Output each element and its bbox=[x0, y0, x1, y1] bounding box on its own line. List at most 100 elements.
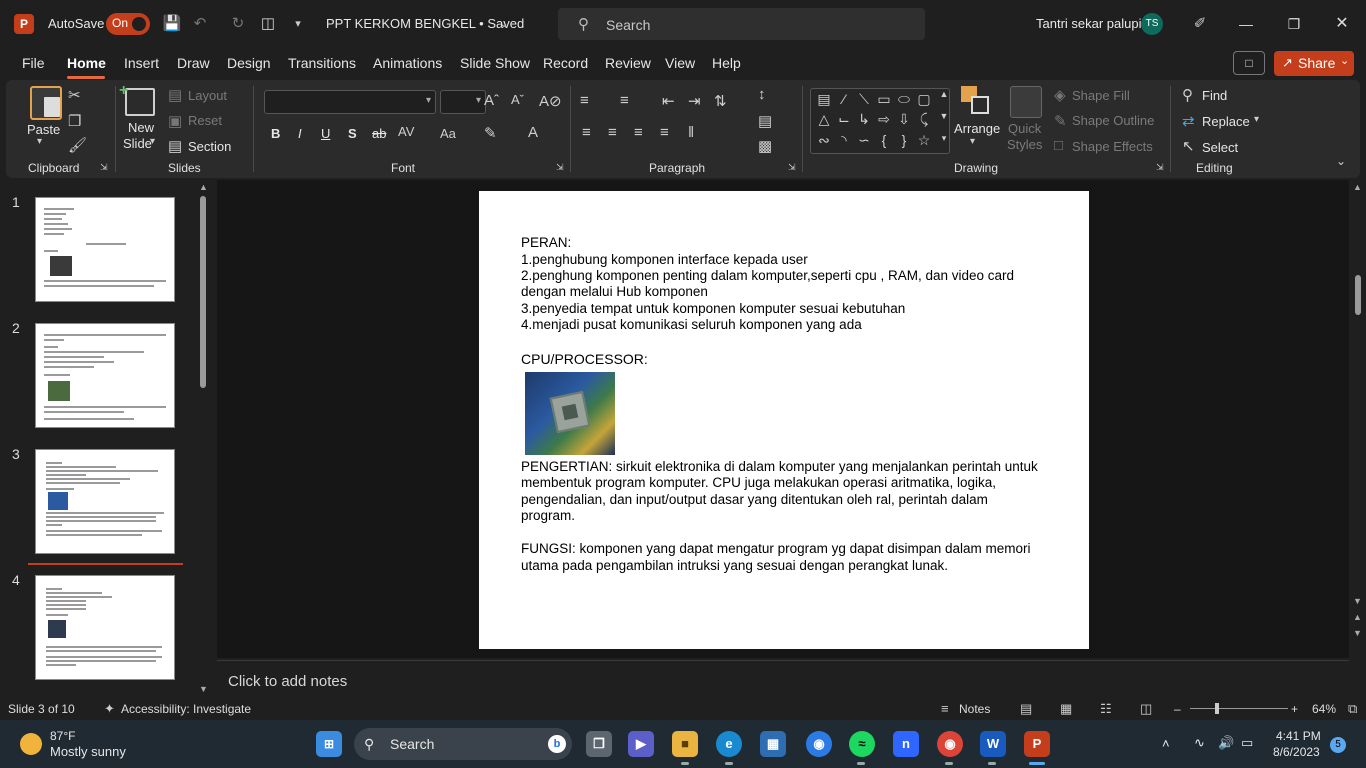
powerpoint-icon[interactable]: P bbox=[1024, 731, 1050, 757]
tab-help[interactable]: Help bbox=[712, 55, 741, 71]
fit-slide-icon[interactable]: ⧉ bbox=[1348, 701, 1357, 717]
chevron-down-icon[interactable]: ⌄ bbox=[1340, 54, 1349, 67]
show-hidden-icons-icon[interactable]: ˄ bbox=[1162, 736, 1170, 751]
save-icon[interactable]: 💾 bbox=[162, 14, 182, 34]
share-button[interactable]: ↗ Share ⌄ bbox=[1274, 51, 1354, 76]
chevron-down-icon[interactable]: ▾ bbox=[1254, 114, 1259, 125]
arc-shape-icon[interactable]: ◝ bbox=[835, 132, 853, 149]
customize-toolbar-icon[interactable]: ▾ bbox=[288, 14, 308, 34]
triangle-shape-icon[interactable]: △ bbox=[815, 111, 833, 128]
word-icon[interactable]: W bbox=[980, 731, 1006, 757]
columns-icon[interactable]: ‖ bbox=[688, 124, 694, 141]
connector-shape-icon[interactable]: ↳ bbox=[855, 111, 873, 128]
font-family-dropdown[interactable]: ▾ bbox=[264, 90, 436, 114]
text-direction-icon[interactable]: ↕ bbox=[758, 86, 766, 103]
wifi-icon[interactable]: ∿ bbox=[1194, 735, 1205, 751]
notes-button[interactable]: Notes bbox=[959, 702, 990, 716]
brace-shape-icon[interactable]: } bbox=[895, 132, 913, 148]
justify-icon[interactable]: ≡ bbox=[660, 124, 669, 141]
italic-button[interactable]: I bbox=[298, 126, 302, 141]
slide-thumbnail[interactable] bbox=[35, 323, 175, 428]
slide-text-line[interactable]: pengendalian, dan input/output dasar yan… bbox=[521, 492, 988, 509]
increase-font-icon[interactable]: Aˆ bbox=[484, 92, 499, 109]
reading-view-icon[interactable]: ☷ bbox=[1100, 701, 1112, 717]
tab-insert[interactable]: Insert bbox=[124, 55, 159, 71]
format-painter-icon[interactable]: 🖌 bbox=[68, 136, 87, 154]
slide-text-line[interactable]: PERAN: bbox=[521, 235, 571, 252]
more-shapes-icon[interactable]: ▾ bbox=[935, 133, 953, 144]
rounded-rectangle-shape-icon[interactable]: ▢ bbox=[915, 91, 933, 108]
new-slide-icon[interactable]: + bbox=[119, 82, 155, 116]
zoom-out-button[interactable]: – bbox=[1174, 702, 1181, 716]
line-shape-icon[interactable]: ⁄ bbox=[835, 91, 853, 107]
clock-date[interactable]: 8/6/2023 bbox=[1273, 745, 1320, 759]
text-shadow-button[interactable]: S bbox=[348, 126, 357, 141]
dialog-launcher-icon[interactable]: ⇲ bbox=[556, 162, 564, 173]
task-view-icon[interactable]: ❐ bbox=[586, 731, 612, 757]
align-right-icon[interactable]: ≡ bbox=[634, 124, 643, 141]
accessibility-status[interactable]: Accessibility: Investigate bbox=[121, 702, 251, 716]
weather-condition[interactable]: Mostly sunny bbox=[50, 744, 126, 759]
shape-outline-button[interactable]: Shape Outline bbox=[1072, 113, 1154, 128]
bullets-icon[interactable]: ≡ bbox=[580, 92, 589, 109]
strikethrough-button[interactable]: ab bbox=[372, 126, 386, 141]
arrow-right-shape-icon[interactable]: ⇨ bbox=[875, 111, 893, 128]
reset-button[interactable]: Reset bbox=[188, 113, 222, 128]
clear-formatting-icon[interactable]: A⊘ bbox=[539, 92, 562, 110]
avatar[interactable]: TS bbox=[1141, 13, 1163, 35]
slide-thumbnail-active[interactable] bbox=[35, 449, 175, 554]
copy-icon[interactable]: ❐ bbox=[68, 112, 81, 130]
layout-button[interactable]: Layout bbox=[188, 88, 227, 103]
replace-button[interactable]: Replace bbox=[1202, 114, 1250, 129]
collapse-ribbon-icon[interactable]: ⌄ bbox=[1336, 154, 1346, 168]
line-shape-icon[interactable]: ⟍ bbox=[855, 91, 873, 108]
numbering-icon[interactable]: ≡ bbox=[620, 92, 629, 109]
user-name[interactable]: Tantri sekar palupi bbox=[1036, 16, 1142, 31]
taskbar-search[interactable]: ⚲ Search b bbox=[354, 728, 572, 760]
select-button[interactable]: Select bbox=[1202, 140, 1238, 155]
file-explorer-icon[interactable]: ■ bbox=[672, 731, 698, 757]
new-slide-label-2[interactable]: Slide bbox=[123, 136, 152, 151]
quick-styles-button-2[interactable]: Styles bbox=[1007, 137, 1042, 152]
freeform-shape-icon[interactable]: ⤹ bbox=[915, 111, 933, 128]
notes-pane[interactable]: Click to add notes bbox=[217, 660, 1349, 698]
normal-view-icon[interactable]: ▤ bbox=[1020, 701, 1032, 717]
change-case-icon[interactable]: Aa bbox=[440, 126, 456, 141]
scroll-down-icon[interactable]: ▼ bbox=[199, 684, 208, 694]
slide-text-line[interactable]: 4.menjadi pusat komunikasi seluruh kompo… bbox=[521, 317, 862, 334]
scroll-up-icon[interactable]: ▲ bbox=[199, 182, 208, 192]
present-from-start-icon[interactable]: ◫ bbox=[258, 14, 278, 34]
dialog-launcher-icon[interactable]: ⇲ bbox=[100, 162, 108, 173]
shape-fill-button[interactable]: Shape Fill bbox=[1072, 88, 1130, 103]
search-bar[interactable]: ⚲ Search bbox=[558, 8, 925, 40]
star-shape-icon[interactable]: ☆ bbox=[915, 132, 933, 149]
arrange-button[interactable]: Arrange bbox=[954, 121, 1000, 136]
decrease-font-icon[interactable]: Aˇ bbox=[511, 92, 524, 107]
oval-shape-icon[interactable]: ⬭ bbox=[895, 91, 913, 108]
slide-text-line[interactable]: PENGERTIAN: sirkuit elektronika di dalam… bbox=[521, 459, 1038, 476]
align-left-icon[interactable]: ≡ bbox=[582, 124, 591, 141]
dialog-launcher-icon[interactable]: ⇲ bbox=[1156, 162, 1164, 173]
slide-text-line[interactable]: 1.penghubung komponen interface kepada u… bbox=[521, 252, 808, 269]
shapes-gallery[interactable]: ▤ ⁄ ⟍ ▭ ⬭ ▢ △ ⌙ ↳ ⇨ ⇩ ⤹ ∾ ◝ ∽ { } ☆ ▲ ▼ … bbox=[810, 88, 950, 154]
teams-chat-icon[interactable]: ▶ bbox=[628, 731, 654, 757]
tab-transitions[interactable]: Transitions bbox=[288, 55, 356, 71]
chevron-down-icon[interactable]: ▾ bbox=[970, 136, 975, 147]
align-center-icon[interactable]: ≡ bbox=[608, 124, 617, 141]
section-button[interactable]: Section bbox=[188, 139, 231, 154]
rectangle-shape-icon[interactable]: ▭ bbox=[875, 91, 893, 108]
notification-badge[interactable]: 5 bbox=[1330, 737, 1346, 753]
notes-placeholder[interactable]: Click to add notes bbox=[228, 673, 347, 690]
slide-thumbnail[interactable] bbox=[35, 575, 175, 680]
tab-file[interactable]: File bbox=[22, 55, 45, 71]
weather-sunny-icon[interactable] bbox=[20, 733, 42, 755]
tab-review[interactable]: Review bbox=[605, 55, 651, 71]
curve-shape-icon[interactable]: ∾ bbox=[815, 132, 833, 149]
arrow-down-shape-icon[interactable]: ⇩ bbox=[895, 111, 913, 128]
comments-button[interactable]: □ bbox=[1233, 51, 1265, 75]
designer-icon[interactable]: ✐ bbox=[1190, 14, 1210, 34]
redo-icon[interactable]: ↻ bbox=[228, 14, 248, 34]
slide-text-line[interactable]: 3.penyedia tempat untuk komponen kompute… bbox=[521, 301, 905, 318]
next-slide-icon[interactable]: ▼ bbox=[1353, 628, 1362, 638]
paste-icon[interactable] bbox=[30, 86, 62, 120]
